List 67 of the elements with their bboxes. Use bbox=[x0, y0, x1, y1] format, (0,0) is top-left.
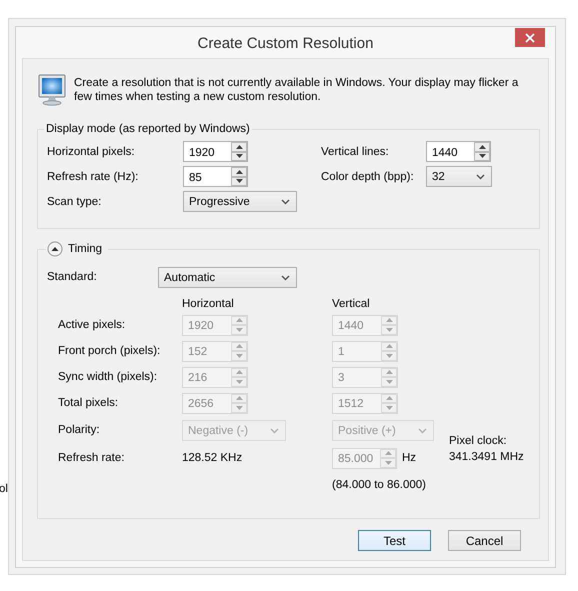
caret-icon bbox=[476, 174, 485, 180]
value-text: 128.52 KHz bbox=[182, 452, 244, 464]
field-label: Vertical lines: bbox=[321, 146, 390, 158]
caret-icon bbox=[270, 428, 279, 434]
column-header: Horizontal bbox=[182, 298, 235, 312]
up-arrow-icon bbox=[386, 344, 392, 348]
number-field[interactable]: 1920 bbox=[183, 141, 248, 162]
up-arrow-icon bbox=[386, 318, 392, 322]
field-label: Polarity: bbox=[58, 424, 101, 436]
collapse-toggle-button[interactable] bbox=[47, 241, 63, 257]
down-arrow-icon bbox=[386, 328, 392, 332]
down-arrow-icon bbox=[236, 179, 242, 184]
up-arrow-icon bbox=[236, 370, 242, 374]
field-label: Sync width (pixels): bbox=[58, 371, 158, 383]
spin-up-button[interactable] bbox=[474, 142, 490, 152]
caret-icon bbox=[418, 428, 427, 434]
down-arrow-icon bbox=[236, 380, 242, 384]
field-label: Pixel clock: bbox=[449, 434, 508, 448]
window-title: Create Custom Resolution bbox=[198, 34, 374, 52]
up-arrow-icon bbox=[236, 170, 242, 174]
number-field[interactable]: 85 bbox=[183, 166, 248, 187]
field-label: Refresh rate (Hz): bbox=[47, 170, 140, 182]
down-arrow-icon bbox=[478, 154, 486, 158]
down-arrow-icon bbox=[236, 154, 242, 158]
up-arrow-icon bbox=[236, 396, 242, 400]
dropdown[interactable]: Automatic bbox=[158, 266, 297, 288]
down-arrow-icon bbox=[386, 406, 392, 410]
up-arrow-icon bbox=[386, 396, 392, 400]
down-arrow-icon bbox=[236, 354, 242, 358]
up-arrow-icon bbox=[236, 144, 242, 149]
caret-icon bbox=[281, 199, 290, 205]
field-label: Standard: bbox=[47, 271, 98, 283]
column-header: Vertical bbox=[332, 298, 371, 312]
up-arrow-icon bbox=[236, 318, 242, 322]
group-title: Display mode (as reported by Windows) bbox=[45, 123, 251, 135]
dialog-button[interactable]: Test bbox=[358, 530, 431, 551]
down-arrow-icon bbox=[236, 406, 242, 410]
monitor-icon bbox=[38, 74, 66, 106]
spin-up-button[interactable] bbox=[231, 167, 247, 176]
group-title: Timing bbox=[68, 243, 102, 255]
unit-label: Hz bbox=[402, 452, 416, 464]
range-text: (84.000 to 86.000) bbox=[332, 479, 427, 491]
field-label: Front porch (pixels): bbox=[58, 345, 162, 357]
spin-up-button[interactable] bbox=[231, 142, 247, 152]
number-field[interactable]: 1440 bbox=[426, 141, 491, 162]
down-arrow-icon bbox=[386, 380, 392, 384]
field-label: Horizontal pixels: bbox=[47, 146, 136, 158]
value-text: 341.3491 MHz bbox=[449, 450, 525, 464]
dropdown[interactable]: 32 bbox=[426, 166, 492, 187]
field-label: Total pixels: bbox=[58, 397, 120, 409]
dropdown[interactable]: Progressive bbox=[183, 191, 297, 212]
down-arrow-icon bbox=[236, 328, 242, 332]
up-arrow-icon bbox=[386, 370, 392, 374]
field-label: Scan type: bbox=[47, 196, 102, 208]
down-arrow-icon bbox=[384, 460, 392, 465]
caret-icon bbox=[281, 274, 290, 280]
up-arrow-icon bbox=[384, 451, 392, 456]
up-arrow-icon bbox=[236, 344, 242, 348]
close-icon bbox=[525, 32, 535, 42]
field-label: Active pixels: bbox=[58, 319, 126, 331]
intro-text: Create a resolution that is not currently available in Windows. Your display may flicker a few times when testing a new custom resolution. bbox=[74, 76, 519, 104]
field-label: Refresh rate: bbox=[58, 452, 126, 464]
close-button[interactable] bbox=[515, 28, 545, 47]
up-arrow-icon bbox=[478, 144, 486, 149]
dialog-button[interactable]: Cancel bbox=[448, 530, 521, 551]
down-arrow-icon bbox=[386, 354, 392, 358]
field-label: Color depth (bpp): bbox=[321, 170, 415, 182]
